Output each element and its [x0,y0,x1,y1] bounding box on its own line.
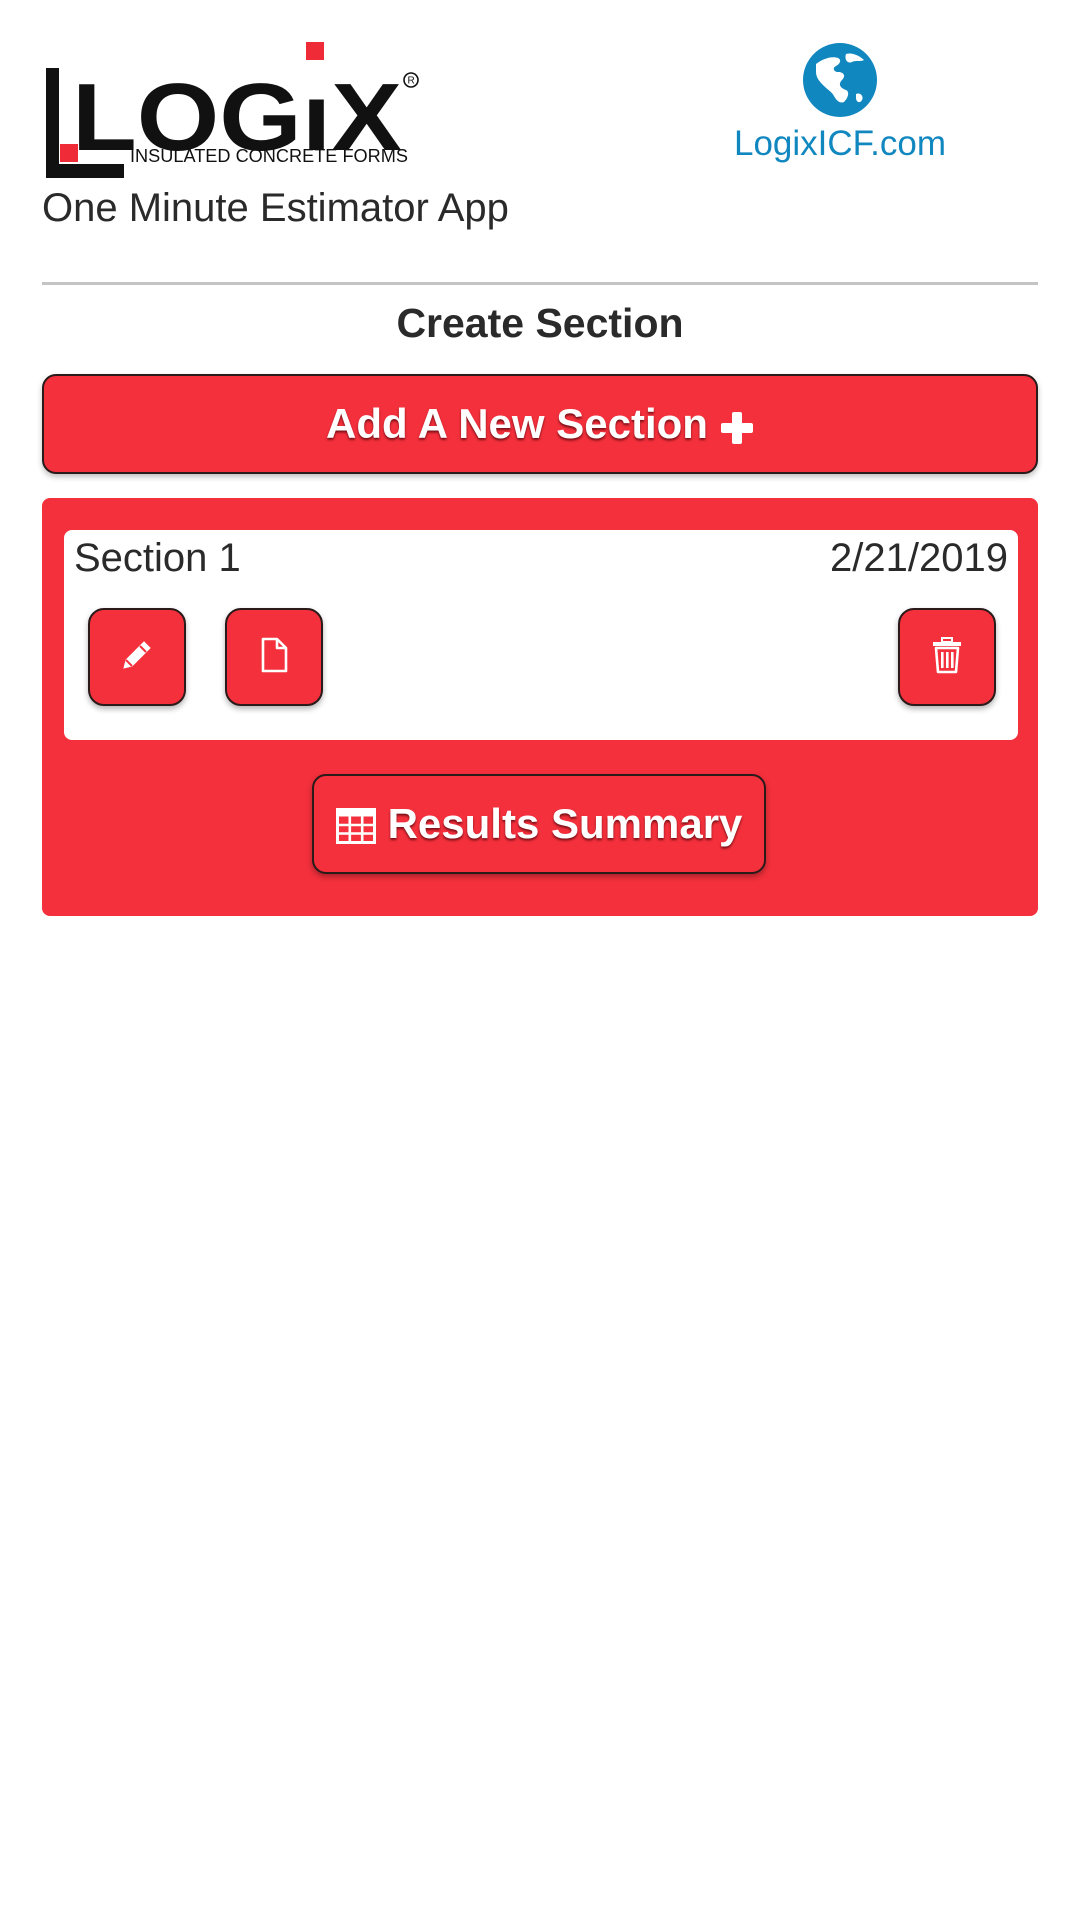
page-title: Create Section [396,300,684,346]
site-link-label: LogixICF.com [733,124,947,163]
delete-section-button[interactable] [898,608,996,706]
section-name: Section 1 [74,536,241,580]
results-summary-button[interactable]: Results Summary [312,774,766,874]
add-new-section-button[interactable]: Add A New Section [42,374,1038,474]
svg-text:INSULATED CONCRETE FORMS: INSULATED CONCRETE FORMS [130,146,408,166]
sections-panel: Section 1 2/21/2019 Results Summary [42,498,1038,916]
header-divider [42,282,1038,285]
app-header: LOGıX R INSULATED CONCRETE FORMS One Min… [0,0,1079,290]
add-new-section-label: Add A New Section [326,400,708,447]
trash-icon [928,636,966,679]
pencil-icon [118,636,156,679]
plus-icon [720,407,754,444]
results-summary-label: Results Summary [387,800,743,847]
section-date: 2/21/2019 [830,536,1008,580]
logixicf-website-link[interactable]: LogixICF.com [720,42,960,172]
logix-logo: LOGıX R INSULATED CONCRETE FORMS [44,40,424,182]
table-icon [335,806,376,844]
svg-text:R: R [408,76,415,87]
edit-section-button[interactable] [88,608,186,706]
section-document-button[interactable] [225,608,323,706]
app-title: One Minute Estimator App [42,186,509,230]
globe-icon [802,42,878,118]
file-icon [255,636,293,679]
section-card: Section 1 2/21/2019 [64,530,1018,740]
